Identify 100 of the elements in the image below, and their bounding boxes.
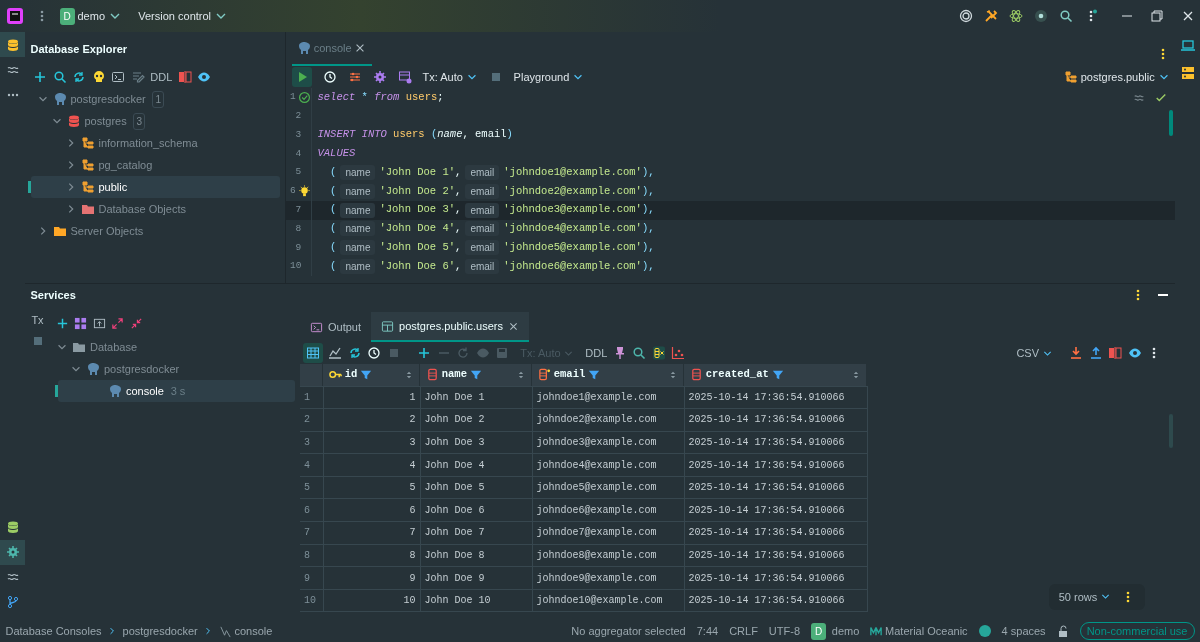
column-header[interactable]: name — [420, 364, 532, 386]
tree-item[interactable]: postgresdocker — [50, 358, 295, 380]
add-icon[interactable] — [417, 346, 432, 360]
project-selector[interactable]: D demo — [59, 7, 122, 25]
expand-icon[interactable] — [111, 317, 124, 331]
line-separator[interactable]: CRLF — [729, 622, 758, 640]
scatter-icon[interactable] — [671, 346, 686, 360]
transaction-dropdown[interactable]: Tx: Auto — [422, 68, 478, 86]
line-number: 1 — [290, 90, 296, 105]
sliders-icon[interactable] — [347, 70, 362, 84]
lock-icon[interactable] — [1056, 625, 1069, 637]
spiral-icon[interactable] — [958, 9, 973, 23]
encoding-label[interactable]: UTF-8 — [768, 622, 801, 640]
chart-icon[interactable] — [328, 346, 343, 360]
terminal-icon[interactable] — [111, 70, 126, 84]
tree-item[interactable]: pg_catalog — [30, 154, 280, 176]
tree-item[interactable]: public — [30, 176, 280, 198]
breadcrumb-item[interactable]: console — [218, 622, 273, 640]
grid-icon[interactable] — [74, 317, 87, 331]
table-cell: johndoe5@example.com — [532, 476, 684, 499]
eye-icon[interactable] — [197, 70, 212, 84]
atom-icon[interactable] — [1008, 9, 1023, 23]
tree-item[interactable]: Server Objects — [30, 220, 280, 242]
tree-item[interactable]: Database — [50, 336, 295, 358]
mode-dropdown[interactable]: Playground — [513, 68, 584, 86]
wave-icon[interactable] — [1133, 92, 1145, 104]
run-button[interactable] — [291, 67, 312, 87]
server-icon[interactable] — [1179, 64, 1196, 81]
upload-icon[interactable] — [1088, 346, 1103, 360]
eye-icon[interactable] — [1127, 346, 1142, 360]
result-tab[interactable]: postgres.public.users — [371, 312, 529, 342]
table-cell: johndoe8@example.com — [532, 544, 684, 567]
inlay-hint: name — [340, 165, 376, 181]
vcs-menu[interactable]: Version control — [138, 7, 228, 25]
history-icon[interactable] — [322, 70, 337, 84]
table-cell: 2025-10-14 17:36:54.910066 — [684, 386, 867, 409]
breadcrumb-item[interactable]: Database Consoles — [5, 622, 102, 640]
postgres-icon — [108, 384, 122, 398]
compare-icon[interactable] — [177, 70, 192, 84]
refresh-icon[interactable] — [72, 70, 87, 84]
collapse-icon[interactable] — [129, 317, 143, 331]
ddl-button[interactable]: DDL — [150, 68, 173, 86]
search-icon[interactable] — [1058, 9, 1073, 23]
breadcrumb-item[interactable]: postgresdocker — [122, 622, 198, 640]
filter-icon[interactable] — [469, 368, 482, 381]
code-text: 'johndoe4@example.com'), — [503, 221, 655, 237]
tree-item[interactable]: console 3 s — [58, 380, 295, 402]
editor-tab[interactable]: console — [291, 32, 372, 66]
laptop-icon[interactable] — [1179, 37, 1196, 54]
settings-icon[interactable] — [372, 70, 387, 84]
database-icon[interactable] — [5, 37, 20, 52]
format-dropdown[interactable]: CSV — [1016, 344, 1053, 362]
new-tab-icon[interactable] — [92, 317, 106, 331]
database-icon[interactable] — [5, 520, 20, 534]
search-icon[interactable] — [632, 346, 647, 360]
table-cell: 2025-10-14 17:36:54.910066 — [684, 521, 867, 545]
column-header[interactable]: created_at — [684, 364, 867, 386]
table-cell: johndoe3@example.com — [532, 431, 684, 454]
refresh-icon[interactable] — [347, 346, 362, 360]
settings-icon[interactable] — [5, 545, 20, 559]
lightbulb-icon[interactable] — [298, 184, 312, 198]
status-dot-icon[interactable] — [978, 625, 991, 637]
project-label[interactable]: demo — [831, 622, 860, 640]
schema-icon — [1064, 70, 1078, 84]
restore-icon[interactable] — [1150, 9, 1164, 23]
caret-position[interactable]: 7:44 — [696, 622, 719, 640]
column-header[interactable]: id — [323, 364, 420, 386]
column-header[interactable]: email — [532, 364, 684, 386]
download-icon[interactable] — [1069, 346, 1084, 360]
theme-label[interactable]: Material Oceanic — [885, 622, 968, 640]
add-icon[interactable] — [33, 70, 48, 84]
edit-icon[interactable] — [130, 70, 145, 84]
row-number: 8 — [300, 544, 323, 567]
filter-icon[interactable] — [771, 368, 784, 381]
result-tab[interactable]: Output — [300, 312, 372, 342]
tree-item[interactable]: postgresdocker 1 — [30, 88, 280, 110]
tree-item[interactable]: postgres 3 — [30, 110, 280, 132]
column-toggle-icon[interactable] — [651, 346, 666, 360]
tree-item[interactable]: information_schema — [30, 132, 280, 154]
close-icon[interactable] — [508, 320, 519, 332]
session-icon[interactable] — [397, 70, 412, 84]
aggregator-label[interactable]: No aggregator selected — [571, 622, 686, 640]
filter-icon[interactable] — [588, 368, 600, 381]
console-icon — [310, 320, 323, 334]
table-cell: 2025-10-14 17:36:54.910066 — [684, 408, 867, 432]
skull-icon[interactable] — [91, 70, 106, 84]
tree-item[interactable]: Database Objects — [30, 198, 280, 220]
database-icon — [66, 114, 81, 128]
indent-label[interactable]: 4 spaces — [1001, 622, 1046, 640]
grid-view-button[interactable] — [302, 343, 323, 363]
search-icon[interactable] — [52, 70, 67, 84]
filter-icon[interactable] — [360, 368, 373, 381]
add-icon[interactable] — [55, 317, 69, 331]
hammer-icon[interactable] — [983, 9, 998, 23]
branch-icon[interactable] — [5, 595, 20, 609]
history-icon[interactable] — [367, 346, 382, 360]
ddl-button[interactable]: DDL — [585, 344, 608, 362]
record-icon[interactable] — [1033, 9, 1048, 23]
schema-selector[interactable]: postgres.public — [1064, 68, 1170, 86]
compare-icon[interactable] — [1108, 346, 1123, 360]
